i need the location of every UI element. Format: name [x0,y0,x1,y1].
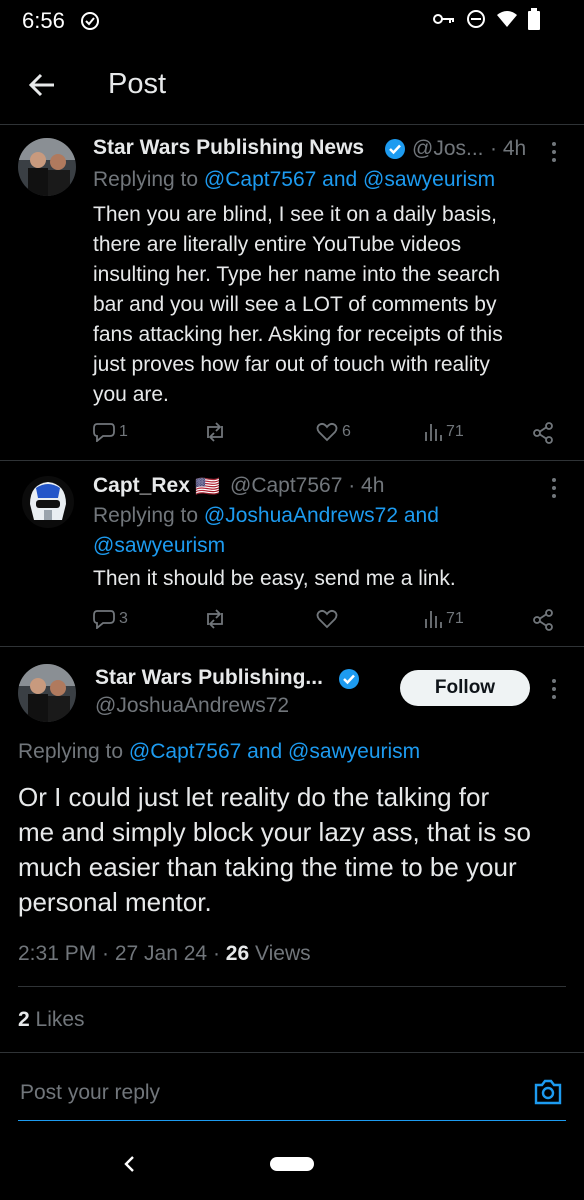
reply-text-line: there are literally entire YouTube video… [93,233,462,256]
share-icon[interactable] [532,422,554,444]
follow-button[interactable]: Follow [400,670,530,706]
likes-number: 2 [18,1008,30,1031]
reply-button[interactable]: 1 [93,422,128,442]
replying-to: Replying to @Capt7567 and @sawyeurism [93,168,495,192]
repost-button[interactable] [203,609,227,629]
more-options-icon[interactable] [551,677,557,701]
repost-icon [207,422,223,442]
share-icon[interactable] [532,609,554,631]
post-text-line: much easier than taking the time to be y… [18,852,517,882]
flag-emoji: 🇺🇸 [195,476,220,498]
replying-to: Replying to @Capt7567 and @sawyeurism [18,740,420,764]
views-count: 71 [446,423,464,440]
row-divider [18,986,566,987]
views-button[interactable]: 71 [424,422,464,442]
views-number: 26 [225,942,250,965]
verified-badge-icon [385,139,405,159]
post-text-line: me and simply block your lazy ass, that … [18,817,531,847]
author-name[interactable]: Capt_Rex [93,474,190,498]
views-count: 71 [446,610,464,627]
avatar[interactable] [18,138,76,196]
like-count: 6 [342,423,351,440]
reply-count: 3 [119,610,128,627]
reply-text-line: insulting her. Type her name into the se… [93,263,501,286]
vpn-key-icon [433,14,454,24]
avatar[interactable] [22,476,74,528]
row-divider [0,646,584,647]
author-name[interactable]: Star Wars Publishing News [93,136,364,160]
nav-home-pill[interactable] [270,1157,314,1171]
sync-icon [81,12,99,30]
post-timestamp: 2:31 PM · 27 Jan 24 · [18,942,226,965]
repost-button[interactable] [203,422,227,442]
reply-count: 1 [119,423,128,440]
status-time: 6:56 [22,8,65,33]
replying-to-users-link[interactable]: @Capt7567 and @sawyeurism [129,740,420,763]
views-label: Views [249,942,311,965]
back-arrow-icon[interactable] [26,68,60,102]
wifi-icon [497,11,517,27]
avatar[interactable] [18,664,76,722]
like-button[interactable]: 6 [316,422,351,442]
reply-text-line: you are. [93,383,169,406]
likes-summary[interactable]: 2 Likes [18,1008,85,1032]
reply-text-line: bar and you will see a LOT of comments b… [93,293,497,316]
reply-button[interactable]: 3 [93,609,128,629]
reply-text-line: just proves how far out of touch with re… [93,353,490,376]
comment-icon [93,610,115,629]
views-chart-icon [425,424,442,441]
author-handle: @Jos... [412,137,484,160]
author-name[interactable]: Star Wars Publishing... [95,666,323,690]
battery-icon [528,8,540,30]
nav-back-icon[interactable] [122,1155,136,1173]
heart-icon [316,609,338,629]
page-title: Post [108,68,167,100]
comment-icon [93,423,115,442]
replying-to-prefix: Replying to [93,168,204,191]
reply-text-line: fans attacking her. Asking for receipts … [93,323,503,346]
replying-to-users-link[interactable]: @JoshuaAndrews72 and [204,504,439,527]
repost-icon [207,609,223,629]
replying-to: Replying to @JoshuaAndrews72 and [93,504,439,528]
row-divider [0,460,584,461]
header-divider [0,124,584,125]
more-options-icon[interactable] [551,140,557,164]
replying-to-prefix: Replying to [18,740,129,763]
replying-to-prefix: Replying to [93,504,204,527]
heart-icon [316,422,338,442]
reply-text: Then you are blind, I see it on a daily … [93,200,573,410]
reply-input[interactable] [18,1072,512,1114]
post-time: · 4h [490,137,527,160]
reply-text: Then it should be easy, send me a link. [93,567,456,590]
more-options-icon[interactable] [551,476,557,500]
post-text-line: personal mentor. [18,887,212,917]
reply-text-line: Then you are blind, I see it on a daily … [93,203,497,226]
post-text-line: Or I could just let reality do the talki… [18,782,490,812]
views-button[interactable]: 71 [424,609,464,629]
row-divider [0,1052,584,1053]
like-button[interactable] [316,609,338,629]
status-icons [432,8,540,30]
post-meta: 2:31 PM · 27 Jan 24 · 26 Views [18,942,311,966]
views-chart-icon [425,611,442,628]
post-text: Or I could just let reality do the talki… [18,780,578,920]
verified-badge-icon [339,669,359,689]
reply-input-underline [18,1120,566,1121]
replying-to-users-link[interactable]: @Capt7567 and @sawyeurism [204,168,495,191]
do-not-disturb-icon [467,10,485,28]
author-handle: @Capt7567 · 4h [230,474,385,497]
likes-label: Likes [29,1008,85,1031]
author-handle: @JoshuaAndrews72 [95,694,290,717]
replying-to-users-link[interactable]: @sawyeurism [93,534,225,558]
camera-icon[interactable] [533,1078,563,1106]
